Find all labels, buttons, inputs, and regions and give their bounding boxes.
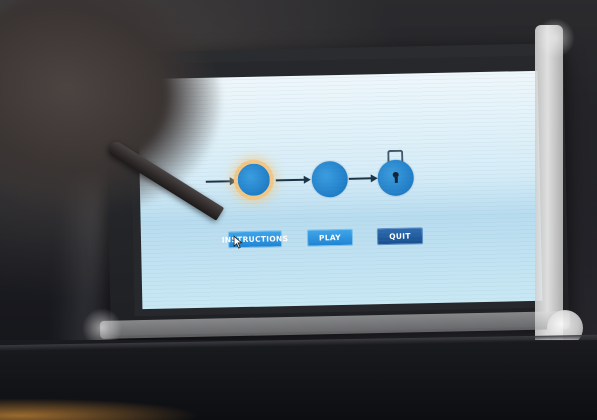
frame-right-post [535,25,563,345]
arrow-into-start [205,180,232,183]
photo-scene: INSTRUCTIONS PLAY QUIT [0,0,597,420]
arrow-head-icon [303,175,311,184]
start-node-icon [233,159,275,201]
mouse-cursor-icon [233,235,243,249]
play-button[interactable]: PLAY [306,228,354,247]
arrow-middle-to-lock [348,177,373,180]
circle-node-icon [311,160,349,198]
quit-button[interactable]: QUIT [376,227,424,246]
keyhole-stem-icon [394,176,398,183]
desk-light-reflection [0,398,200,420]
lock-icon [377,159,415,197]
frame-corner-glow [535,18,575,58]
arrow-start-to-middle [275,178,306,182]
